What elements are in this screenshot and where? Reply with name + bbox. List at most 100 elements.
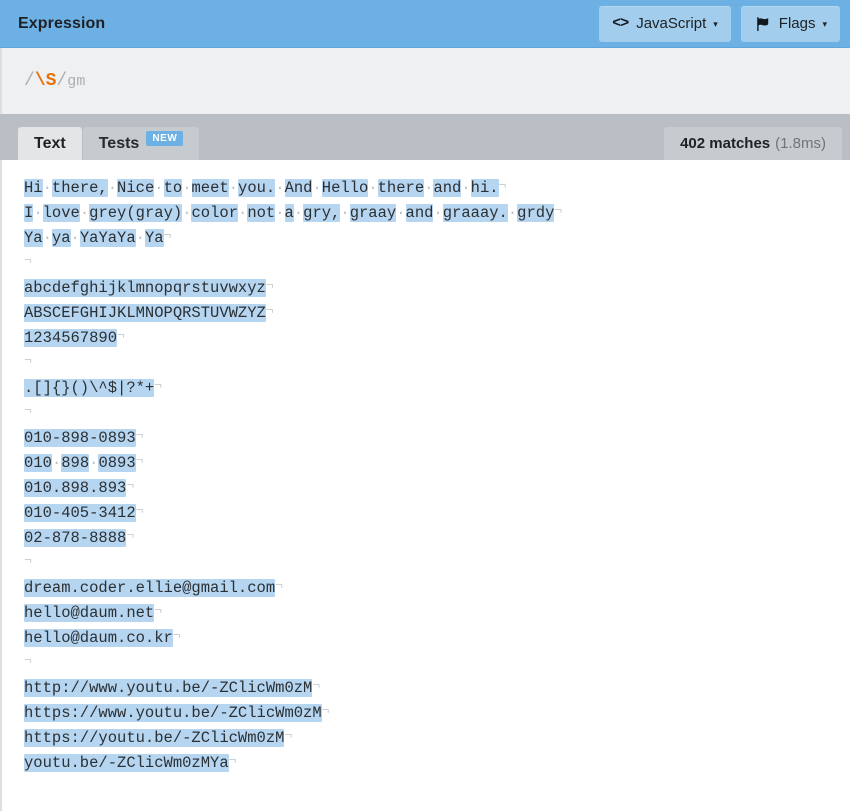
line-end-marker xyxy=(24,253,32,268)
match-highlight: there xyxy=(377,179,425,197)
regexr-app: Expression <> JavaScript ▾ Flags ▾ / \S / g… xyxy=(0,0,850,811)
line-end-marker xyxy=(126,478,134,493)
whitespace-dot xyxy=(294,204,303,222)
text-input-area[interactable]: Hithere,Nicetomeetyou.AndHellothereandhi… xyxy=(0,160,850,811)
match-highlight: ya xyxy=(51,229,71,247)
whitespace-dot xyxy=(340,204,349,222)
whitespace-dot xyxy=(238,204,247,222)
line-end-marker xyxy=(24,553,32,568)
match-highlight: dream.coder.ellie@gmail.com xyxy=(24,579,276,597)
line-end-marker xyxy=(24,353,32,368)
text-line xyxy=(24,251,830,276)
match-highlight: hello@daum.net xyxy=(24,604,155,622)
match-highlight: hi. xyxy=(470,179,499,197)
match-highlight: color xyxy=(191,204,238,222)
match-highlight: there, xyxy=(51,179,108,197)
match-highlight: grey(gray) xyxy=(89,204,183,222)
tab-tests[interactable]: Tests NEW xyxy=(82,127,200,160)
code-icon: <> xyxy=(612,15,629,32)
match-highlight: https://www.youtu.be/-ZClicWm0zM xyxy=(24,704,322,722)
expression-input[interactable]: / \S / gm xyxy=(0,48,850,114)
expression-open-delimiter: / xyxy=(24,71,35,91)
match-highlight: love xyxy=(42,204,80,222)
match-highlight: grdy xyxy=(517,204,555,222)
match-highlight: Hello xyxy=(321,179,369,197)
tab-tests-label: Tests xyxy=(98,134,140,152)
text-line: YayaYaYaYaYa xyxy=(24,226,830,251)
line-end-marker xyxy=(126,528,134,543)
match-highlight: you. xyxy=(238,179,276,197)
match-highlight: Ya xyxy=(24,229,43,247)
line-end-marker xyxy=(554,203,562,218)
match-highlight: 010-898-0893 xyxy=(24,429,136,447)
whitespace-dot xyxy=(396,204,405,222)
text-line: 1234567890 xyxy=(24,326,830,351)
match-highlight: not xyxy=(247,204,276,222)
line-end-marker xyxy=(24,653,32,668)
line-end-marker xyxy=(136,428,144,443)
flags-button[interactable]: Flags ▾ xyxy=(740,5,840,42)
line-end-marker xyxy=(154,603,162,618)
text-line: .[]{}()\^$|?*+ xyxy=(24,376,830,401)
match-highlight: a xyxy=(284,204,294,222)
match-highlight: .[]{}()\^$|?*+ xyxy=(24,379,155,397)
line-end-marker xyxy=(312,678,320,693)
whitespace-dot xyxy=(136,229,145,247)
line-end-marker xyxy=(117,328,125,343)
flags-button-label: Flags xyxy=(778,15,816,32)
line-end-marker xyxy=(266,278,274,293)
whitespace-dot xyxy=(312,179,321,197)
text-line xyxy=(24,551,830,576)
whitespace-dot xyxy=(52,454,61,472)
whitespace-dot xyxy=(33,204,42,222)
match-count-label: 402 matches xyxy=(680,135,771,152)
text-line: https://youtu.be/-ZClicWm0zM xyxy=(24,726,830,751)
match-highlight: graaay. xyxy=(442,204,508,222)
whitespace-dot xyxy=(508,204,517,222)
match-highlight: and xyxy=(405,204,434,222)
whitespace-dot xyxy=(43,179,52,197)
line-end-marker xyxy=(322,703,330,718)
whitespace-dot xyxy=(275,204,284,222)
match-highlight: 898 xyxy=(61,454,90,472)
text-line xyxy=(24,351,830,376)
whitespace-dot xyxy=(461,179,470,197)
chevron-down-icon: ▾ xyxy=(713,19,718,29)
text-line: http://www.youtu.be/-ZClicWm0zM xyxy=(24,676,830,701)
whitespace-dot xyxy=(154,179,163,197)
match-highlight: abcdefghijklmnopqrstuvwxyz xyxy=(24,279,266,297)
tab-text[interactable]: Text xyxy=(18,127,82,160)
text-line: dream.coder.ellie@gmail.com xyxy=(24,576,830,601)
expression-header: Expression <> JavaScript ▾ Flags ▾ xyxy=(0,0,850,48)
match-highlight: graay xyxy=(349,204,397,222)
match-highlight: Hi xyxy=(24,179,43,197)
whitespace-dot xyxy=(182,179,191,197)
match-highlight: and xyxy=(433,179,462,197)
text-line: ABSCEFGHIJKLMNOPQRSTUVWZYZ xyxy=(24,301,830,326)
match-highlight: 010 xyxy=(24,454,52,472)
text-line: 010 898 0893 xyxy=(24,451,830,476)
match-highlight: 02-878-8888 xyxy=(24,529,127,547)
text-line: Ilove grey(gray) color nota gry, graay andgraa… xyxy=(24,201,830,226)
expression-close-delimiter: / xyxy=(56,71,68,91)
language-select-button[interactable]: <> JavaScript ▾ xyxy=(599,5,731,42)
line-end-marker xyxy=(173,628,181,643)
match-count-display[interactable]: 402 matches (1.8ms) xyxy=(664,127,842,160)
match-highlight: http://www.youtu.be/-ZClicWm0zM xyxy=(24,679,313,697)
match-highlight: I xyxy=(24,204,34,222)
whitespace-dot xyxy=(229,179,238,197)
match-highlight: YaYaYa xyxy=(79,229,136,247)
match-highlight: 0893 xyxy=(98,454,136,472)
line-end-marker xyxy=(164,228,172,243)
text-line: hello@daum.co.kr xyxy=(24,626,830,651)
match-highlight: 010.898.893 xyxy=(24,479,127,497)
expression-flags: gm xyxy=(67,72,86,90)
line-end-marker xyxy=(275,578,283,593)
whitespace-dot xyxy=(43,229,52,247)
text-line: 010-405-3412 xyxy=(24,501,830,526)
page-title: Expression xyxy=(18,14,106,32)
whitespace-dot xyxy=(80,204,89,222)
new-badge: NEW xyxy=(146,131,184,146)
match-highlight: hello@daum.co.kr xyxy=(24,629,173,647)
match-highlight: And xyxy=(284,179,313,197)
